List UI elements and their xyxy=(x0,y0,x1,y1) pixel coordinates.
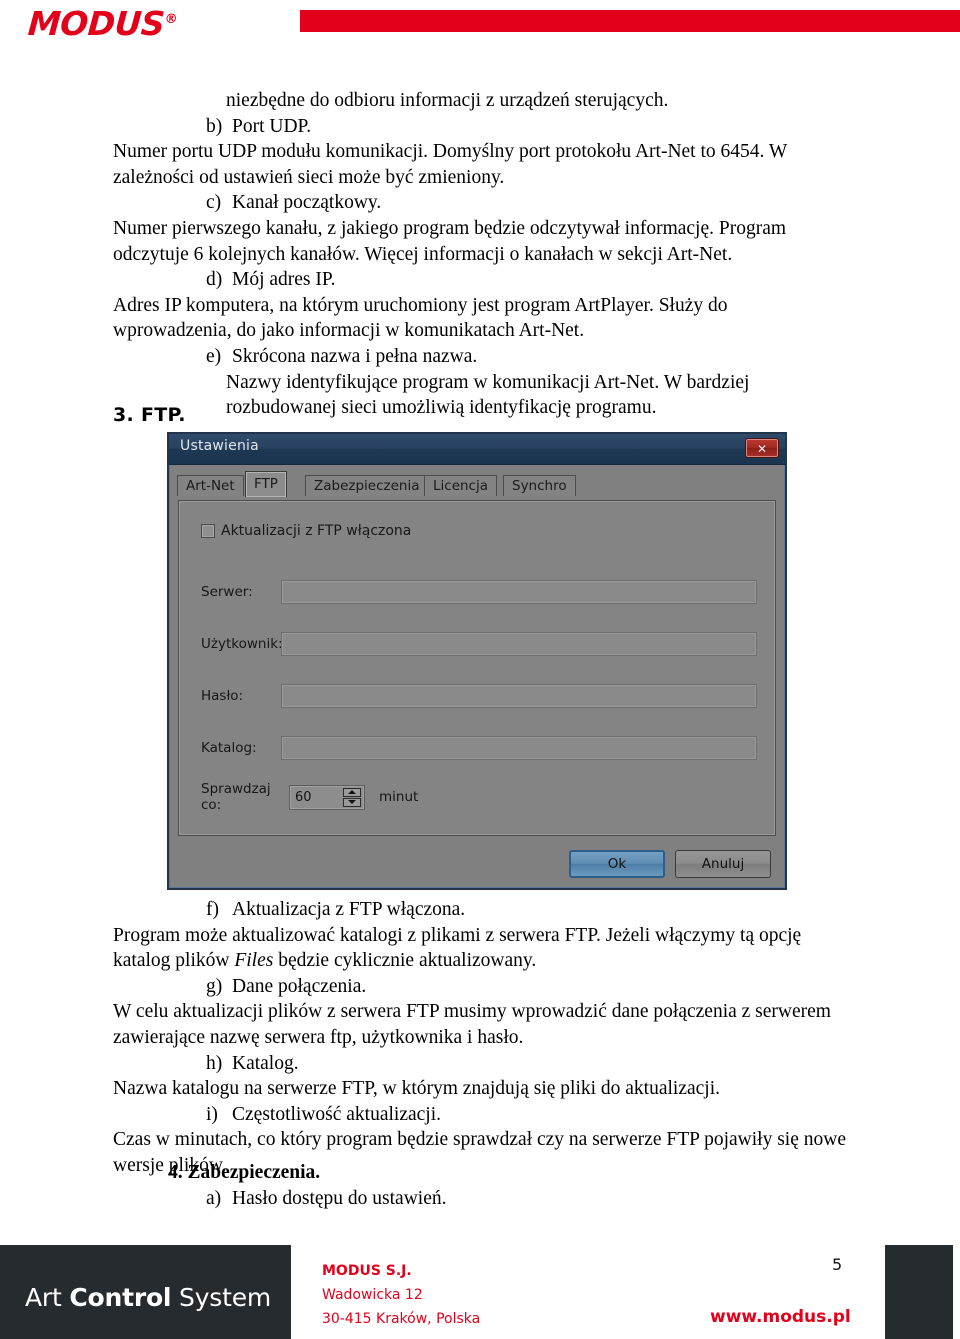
paragraph-h-body: Nazwa katalogu na serwerze FTP, w którym… xyxy=(113,1078,721,1100)
page-number: 5 xyxy=(832,1255,843,1274)
section-heading-4: 4. Zabezpieczenia. xyxy=(168,1162,321,1183)
settings-dialog-screenshot: Ustawienia ✕ Art-Net FTP Zabezpieczenia … xyxy=(167,432,787,890)
tab-zabezpieczenia[interactable]: Zabezpieczenia xyxy=(305,475,429,496)
registered-trademark-icon: ® xyxy=(164,12,178,27)
dialog-tabstrip: Art-Net FTP Zabezpieczenia Licencja Sync… xyxy=(177,471,785,497)
page-header: MODUS® xyxy=(0,0,960,62)
paragraph-b-label: b) Port UDP. xyxy=(113,114,849,140)
paragraph-f-label: f) Aktualizacja z FTP włączona. xyxy=(113,897,849,923)
document-body-lower: f) Aktualizacja z FTP włączona. Program m… xyxy=(113,897,849,1179)
footer-city: 30-415 Kraków, Polska xyxy=(322,1311,481,1327)
paragraph-c-label: c) Kanał początkowy. xyxy=(113,190,849,216)
page-footer: Art Control System MODUS S.J. Wadowicka … xyxy=(0,1231,960,1339)
list-marker-g: g) xyxy=(206,975,223,997)
list-text-g: Dane połączenia. xyxy=(232,975,367,997)
list-marker-e: e) xyxy=(206,345,222,367)
label-uzytkownik: Użytkownik: xyxy=(201,636,283,652)
label-katalog: Katalog: xyxy=(201,740,257,756)
modus-logo: MODUS® xyxy=(27,4,179,43)
field-row-katalog: Katalog: xyxy=(201,735,757,761)
input-haslo[interactable] xyxy=(281,684,757,708)
field-row-serwer: Serwer: xyxy=(201,579,757,605)
paragraph-e-label: e) Skrócona nazwa i pełna nazwa. xyxy=(113,344,849,370)
interval-spinner[interactable]: 60 xyxy=(289,784,365,810)
modus-logo-text: MODUS xyxy=(26,4,166,43)
list-text-a: Hasło dostępu do ustawień. xyxy=(232,1188,447,1209)
list-marker-b: b) xyxy=(206,115,223,137)
list-marker-a: a) xyxy=(206,1188,222,1209)
acs-pre: Art xyxy=(25,1283,70,1312)
spinner-up-icon[interactable] xyxy=(343,787,361,797)
list-text-c: Kanał początkowy. xyxy=(232,192,382,214)
list-text-e: Skrócona nazwa i pełna nazwa. xyxy=(232,345,478,367)
input-katalog[interactable] xyxy=(281,736,757,760)
list-text-d: Mój adres IP. xyxy=(232,269,336,291)
checkbox-icon[interactable] xyxy=(201,524,215,538)
footer-street: Wadowicka 12 xyxy=(322,1287,423,1303)
paragraph-intro-cont: niezbędne do odbioru informacji z urządz… xyxy=(226,90,669,111)
label-sprawdzaj-co: Sprawdzaj co: xyxy=(201,781,271,813)
section-4-item-a: a) Hasło dostępu do ustawień. xyxy=(206,1188,446,1210)
tab-ftp[interactable]: FTP xyxy=(245,471,287,497)
dialog-button-bar: Ok Anuluj xyxy=(569,850,771,878)
header-red-rule xyxy=(300,10,960,32)
section-heading-3: 3. FTP. xyxy=(113,404,186,426)
paragraph-g-label: g) Dane połączenia. xyxy=(113,974,849,1000)
footer-company-name: MODUS S.J. xyxy=(322,1263,412,1279)
tab-licencja[interactable]: Licencja xyxy=(424,475,498,496)
spinner-down-icon[interactable] xyxy=(343,797,361,807)
paragraph-f-body-italic: Files xyxy=(234,950,274,972)
list-marker-c: c) xyxy=(206,192,222,214)
list-text-f: Aktualizacja z FTP włączona. xyxy=(232,899,466,920)
label-serwer: Serwer: xyxy=(201,584,253,600)
list-marker-d: d) xyxy=(206,269,223,291)
interval-row: Sprawdzaj co: 60 minut xyxy=(201,781,418,813)
footer-dark-block-right xyxy=(885,1245,953,1339)
settings-dialog: Ustawienia ✕ Art-Net FTP Zabezpieczenia … xyxy=(167,432,787,890)
paragraph-h-label: h) Katalog. xyxy=(113,1051,849,1077)
ftp-enabled-checkbox-label: Aktualizacji z FTP włączona xyxy=(221,523,412,539)
paragraph-g-body: W celu aktualizacji plików z serwera FTP… xyxy=(113,1001,831,1048)
footer-address: MODUS S.J. Wadowicka 12 30-415 Kraków, P… xyxy=(322,1259,480,1331)
footer-website-link[interactable]: www.modus.pl xyxy=(710,1307,851,1327)
close-icon[interactable]: ✕ xyxy=(745,438,779,458)
paragraph-d-body: Adres IP komputera, na którym uruchomion… xyxy=(113,294,728,342)
paragraph-i-label: i) Częstotliwość aktualizacji. xyxy=(113,1102,849,1128)
label-haslo: Hasło: xyxy=(201,688,244,704)
interval-unit-label: minut xyxy=(379,789,419,805)
art-control-system-logo: Art Control System xyxy=(25,1283,271,1312)
list-text-h: Katalog. xyxy=(232,1052,299,1074)
dialog-tab-panel-ftp: Aktualizacji z FTP włączona Serwer: Użyt… xyxy=(178,500,776,836)
paragraph-c-body: Numer pierwszego kanału, z jakiego progr… xyxy=(113,217,787,265)
interval-value: 60 xyxy=(295,789,312,805)
field-row-uzytkownik: Użytkownik: xyxy=(201,631,757,657)
dialog-title: Ustawienia xyxy=(180,438,259,454)
tab-art-net[interactable]: Art-Net xyxy=(177,475,244,496)
input-uzytkownik[interactable] xyxy=(281,632,757,656)
list-marker-i: i) xyxy=(206,1103,218,1125)
paragraph-f-body-part2: będzie cyklicznie aktualizowany. xyxy=(273,950,537,972)
paragraph-b-body: Numer portu UDP modułu komunikacji. Domy… xyxy=(113,141,787,188)
acs-post: System xyxy=(171,1283,272,1312)
tab-synchro[interactable]: Synchro xyxy=(503,475,576,496)
field-row-haslo: Hasło: xyxy=(201,683,757,709)
list-marker-h: h) xyxy=(206,1052,223,1074)
paragraph-e-body: Nazwy identyfikujące program w komunikac… xyxy=(226,371,750,419)
ok-button[interactable]: Ok xyxy=(569,850,665,878)
ftp-enabled-checkbox-row[interactable]: Aktualizacji z FTP włączona xyxy=(201,523,411,539)
cancel-button[interactable]: Anuluj xyxy=(675,850,771,878)
document-body-upper: niezbędne do odbioru informacji z urządz… xyxy=(113,88,849,421)
list-marker-f: f) xyxy=(206,899,219,920)
input-serwer[interactable] xyxy=(281,580,757,604)
spinner-buttons[interactable] xyxy=(343,787,361,807)
dialog-titlebar[interactable]: Ustawienia ✕ xyxy=(169,434,785,465)
acs-mid: Control xyxy=(69,1283,172,1312)
paragraph-d-label: d) Mój adres IP. xyxy=(113,267,849,293)
paragraph-f-body: Program może aktualizować katalogi z pli… xyxy=(113,923,849,974)
list-text-i: Częstotliwość aktualizacji. xyxy=(232,1103,442,1125)
list-text-b: Port UDP. xyxy=(232,115,312,137)
